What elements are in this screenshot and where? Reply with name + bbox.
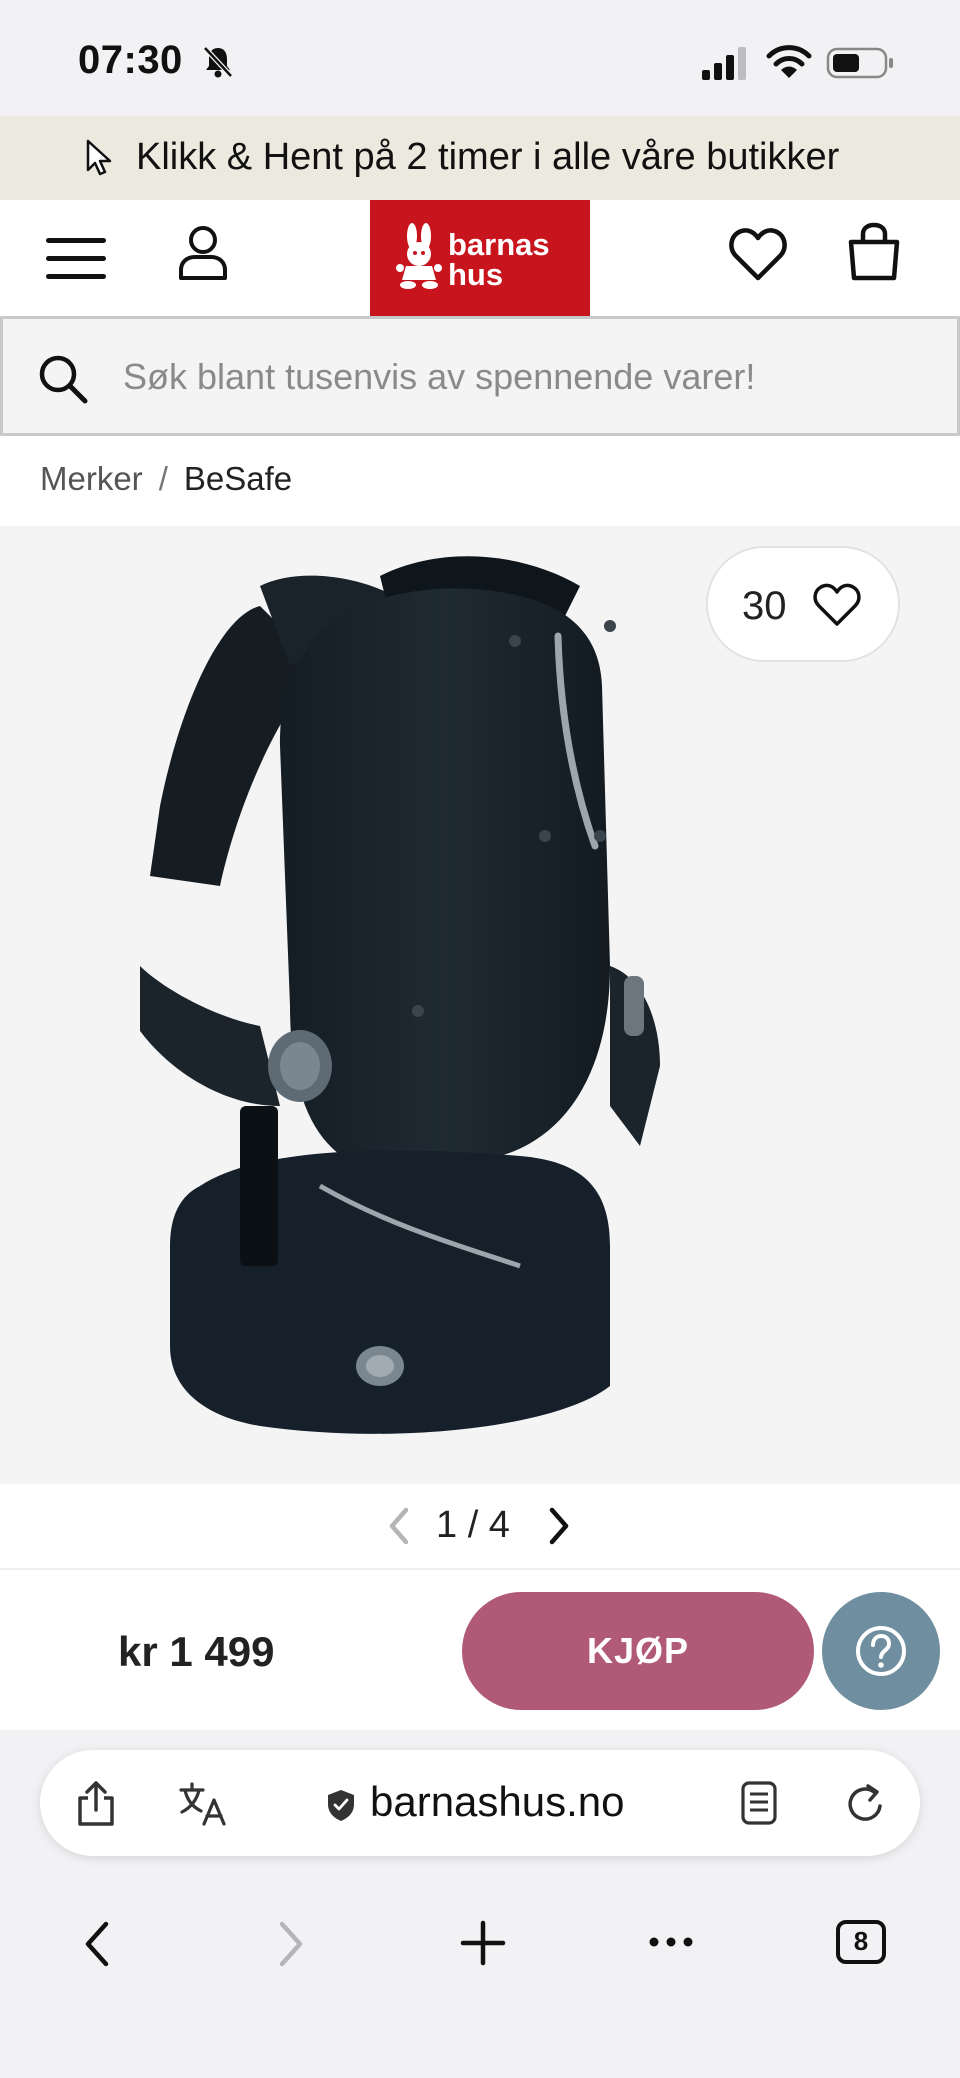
breadcrumb-item-besafe[interactable]: BeSafe [184, 460, 292, 497]
logo-line-2: hus [448, 257, 504, 292]
url-text: barnashus.no [370, 1778, 625, 1825]
question-icon [856, 1626, 906, 1676]
bunny-logo-icon [396, 223, 442, 289]
breadcrumb: Merker / BeSafe [40, 460, 292, 498]
search-bar [0, 316, 960, 436]
shield-icon [328, 1790, 354, 1821]
chevron-left-icon[interactable] [384, 1506, 414, 1546]
cursor-icon [86, 139, 112, 176]
help-button[interactable] [822, 1592, 940, 1710]
bag-icon[interactable] [846, 222, 902, 282]
status-bar: 07:30 [0, 0, 960, 116]
logo-text: barnas hus [448, 227, 550, 292]
tabs-button[interactable]: 8 [836, 1920, 886, 1964]
status-time: 07:30 [78, 38, 183, 82]
favorite-count: 30 [742, 584, 787, 628]
product-image [140, 556, 660, 1434]
share-icon[interactable] [74, 1780, 118, 1828]
browser-toolbar: barnashus.no 8 [0, 1730, 960, 2078]
heart-icon[interactable] [728, 226, 788, 282]
menu-icon[interactable] [44, 234, 108, 284]
signal-icon [702, 47, 746, 80]
reload-icon[interactable] [844, 1780, 888, 1826]
buy-button[interactable]: KJØP [462, 1592, 814, 1710]
chevron-right-icon[interactable] [544, 1506, 574, 1546]
search-icon[interactable] [37, 353, 89, 405]
breadcrumb-item-merker[interactable]: Merker [40, 460, 143, 497]
bell-slash-icon [203, 46, 233, 78]
favorite-count-button[interactable]: 30 [706, 546, 900, 662]
promo-text: Klikk & Hent på 2 timer i alle våre buti… [136, 136, 840, 178]
translate-icon[interactable] [178, 1780, 228, 1828]
pager-indicator: 1 / 4 [436, 1504, 510, 1546]
tab-count: 8 [853, 1926, 869, 1956]
user-icon[interactable] [176, 224, 230, 282]
site-logo[interactable]: barnas hus [370, 200, 590, 316]
reader-icon[interactable] [740, 1780, 778, 1826]
product-gallery[interactable]: 30 [0, 526, 960, 1484]
breadcrumb-separator: / [158, 460, 168, 497]
image-pager: 1 / 4 [0, 1484, 960, 1570]
buy-bar: kr 1 499 KJØP [0, 1570, 960, 1730]
heart-icon [813, 583, 861, 626]
product-price: kr 1 499 [118, 1628, 275, 1675]
promo-banner[interactable]: Klikk & Hent på 2 timer i alle våre buti… [0, 116, 960, 200]
plus-icon[interactable] [460, 1920, 506, 1966]
more-icon[interactable] [648, 1934, 694, 1950]
chevron-right-icon[interactable] [276, 1920, 306, 1968]
address-bar[interactable]: barnashus.no [40, 1750, 920, 1856]
search-input[interactable] [123, 349, 933, 405]
logo-line-1: barnas [448, 227, 550, 262]
wifi-icon [766, 45, 812, 78]
battery-icon [826, 47, 893, 79]
site-header: barnas hus [0, 200, 960, 316]
chevron-left-icon[interactable] [82, 1920, 112, 1968]
